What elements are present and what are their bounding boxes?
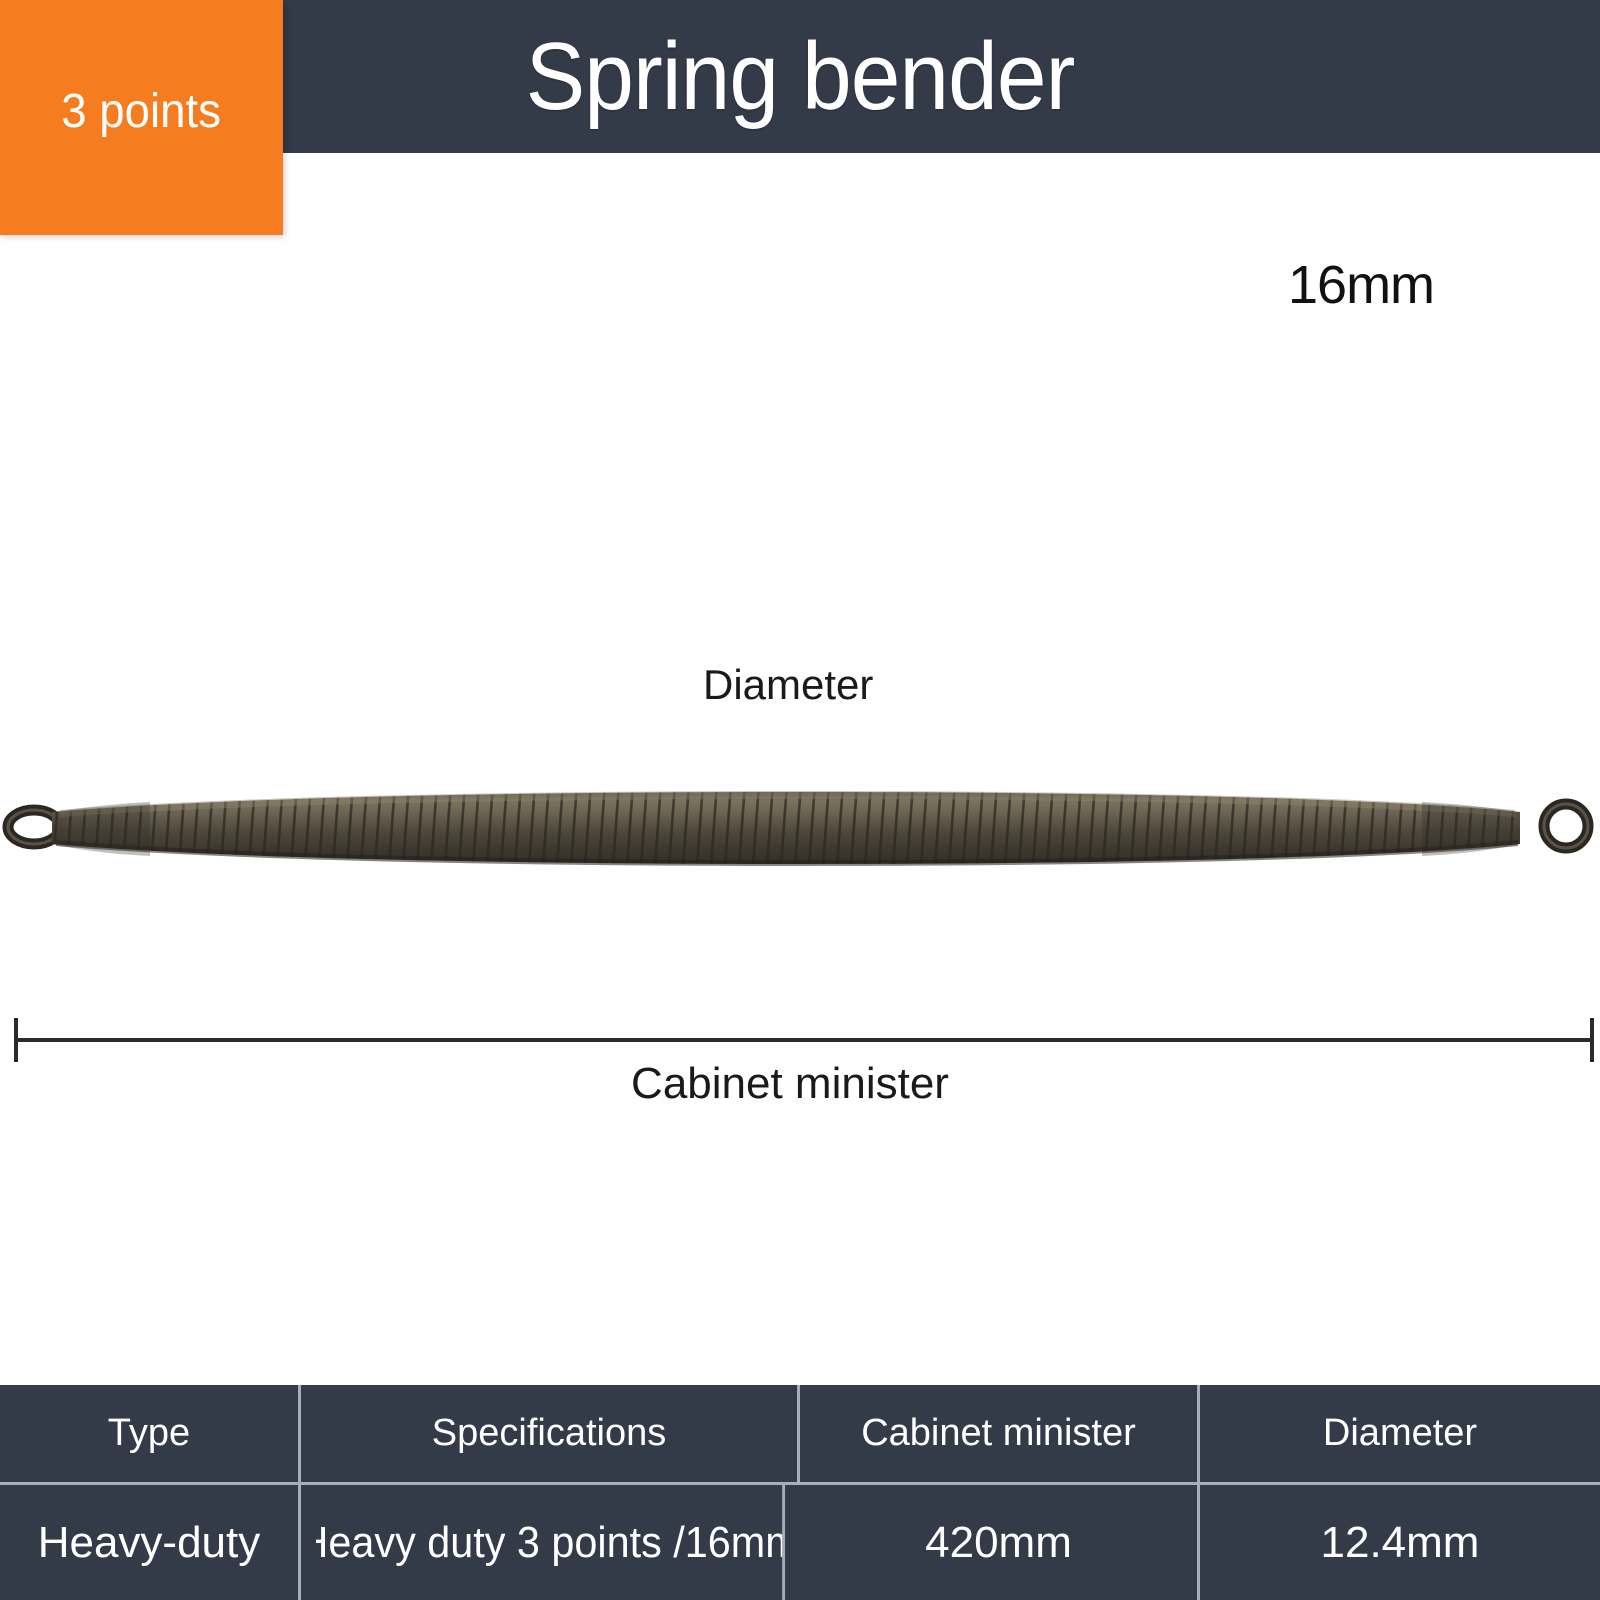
points-badge-label: 3 points <box>61 85 222 138</box>
spec-header-diameter: Diameter <box>1200 1385 1600 1485</box>
spec-value-specs: Heavy duty 3 points /16mm <box>316 1485 786 1600</box>
spec-header-specs: Specifications <box>301 1385 800 1485</box>
spec-value-type: Heavy-duty <box>0 1485 301 1600</box>
dimension-bar <box>14 1038 1594 1042</box>
product-image-canvas: Spring bender 3 points 16mm Diameter Cab… <box>0 0 1600 1600</box>
size-caption: 16mm <box>1288 255 1435 315</box>
length-dimension-line <box>14 1018 1594 1062</box>
diameter-annotation-label: Diameter <box>703 661 874 708</box>
dimension-tick-right <box>1590 1018 1594 1062</box>
spring-right-hook <box>1538 798 1594 854</box>
spring-coil-body <box>52 791 1520 866</box>
spec-table: Type Specifications Cabinet minister Dia… <box>0 1385 1600 1600</box>
spec-header-type: Type <box>0 1385 301 1485</box>
spec-header-length: Cabinet minister <box>800 1385 1200 1485</box>
spring-product-illustration <box>0 770 1600 880</box>
spec-value-length: 420mm <box>800 1485 1200 1600</box>
spec-value-diameter: 12.4mm <box>1320 1517 1480 1567</box>
length-annotation-label: Cabinet minister <box>631 1059 949 1108</box>
points-badge: 3 points <box>0 0 283 235</box>
